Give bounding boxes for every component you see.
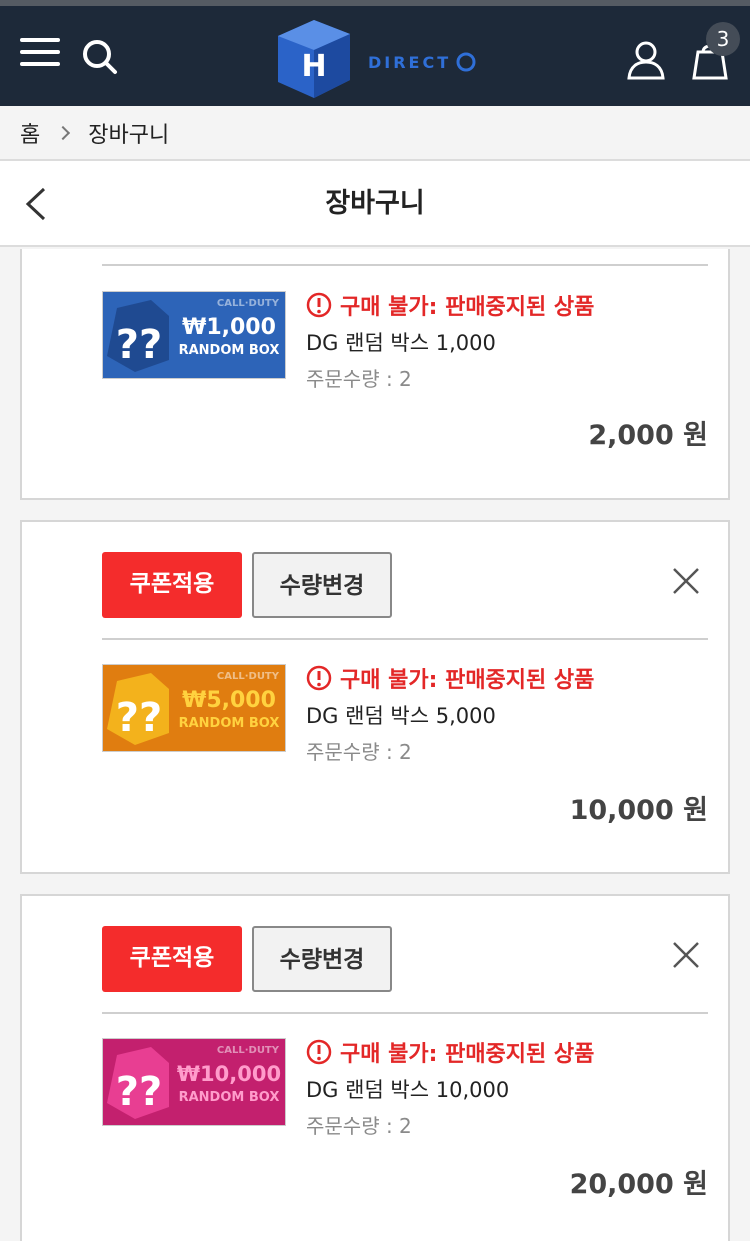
thumb-caption: RANDOM BOX (179, 1090, 280, 1105)
logo-text: DIRECT (368, 53, 451, 72)
unavailable-notice: 구매 불가: 판매중지된 상품 (306, 289, 594, 321)
back-arrow-icon[interactable] (22, 187, 56, 221)
unavailable-text: 구매 불가: 판매중지된 상품 (340, 1042, 595, 1067)
unavailable-text: 구매 불가: 판매중지된 상품 (340, 295, 595, 320)
alert-circle-icon (306, 1039, 332, 1065)
site-header: H DIRECT 3 (0, 6, 750, 106)
unavailable-notice: 구매 불가: 판매중지된 상품 (306, 1036, 594, 1068)
apply-coupon-button[interactable]: 쿠폰적용 (102, 926, 242, 992)
thumb-value: ₩10,000 (177, 1062, 281, 1086)
thumb-mark: ?? (116, 1069, 162, 1115)
product-name[interactable]: DG 랜덤 박스 10,000 (306, 1074, 594, 1104)
breadcrumb-home[interactable]: 홈 (20, 117, 40, 149)
user-account-icon[interactable] (626, 40, 666, 80)
order-quantity: 주문수량 : 2 (306, 367, 412, 391)
thumb-mark: ?? (116, 322, 162, 368)
item-price: 2,000 원 (588, 420, 708, 451)
product-info: 구매 불가: 판매중지된 상품 DG 랜덤 박스 10,000 주문수량 : 2 (306, 1036, 594, 1139)
title-bar: 장바구니 (0, 161, 750, 247)
cart-item-card: ?? CALL·DUTY ₩1,000 RANDOM BOX 구매 불가: 판매… (20, 249, 730, 500)
product-thumbnail[interactable]: ?? CALL·DUTY ₩1,000 RANDOM BOX (102, 291, 286, 379)
product-thumbnail[interactable]: ?? CALL·DUTY ₩10,000 RANDOM BOX (102, 1038, 286, 1126)
item-price: 20,000 원 (569, 1169, 708, 1200)
thumb-value: ₩1,000 (182, 315, 276, 340)
thumb-caption: RANDOM BOX (179, 716, 280, 731)
card-divider (102, 1012, 708, 1014)
change-quantity-button[interactable]: 수량변경 (252, 552, 392, 618)
unavailable-notice: 구매 불가: 판매중지된 상품 (306, 662, 594, 694)
breadcrumb: 홈 장바구니 (0, 106, 750, 161)
cart-count-badge: 3 (706, 22, 740, 56)
change-quantity-button[interactable]: 수량변경 (252, 926, 392, 992)
cart-item-card: 쿠폰적용 수량변경 ?? CALL·DUTY ₩5,000 RANDOM BOX (20, 520, 730, 874)
product-info: 구매 불가: 판매중지된 상품 DG 랜덤 박스 5,000 주문수량 : 2 (306, 662, 594, 765)
product-info: 구매 불가: 판매중지된 상품 DG 랜덤 박스 1,000 주문수량 : 2 (306, 289, 594, 392)
alert-circle-icon (306, 665, 332, 691)
close-icon[interactable] (672, 567, 700, 595)
product-name[interactable]: DG 랜덤 박스 5,000 (306, 700, 594, 730)
hamburger-menu-icon[interactable] (20, 38, 60, 68)
card-divider (102, 638, 708, 640)
item-price: 10,000 원 (569, 795, 708, 826)
close-icon[interactable] (672, 941, 700, 969)
thumb-value: ₩5,000 (182, 688, 276, 713)
product-name[interactable]: DG 랜덤 박스 1,000 (306, 327, 594, 357)
thumb-mark: ?? (116, 695, 162, 741)
apply-coupon-button[interactable]: 쿠폰적용 (102, 552, 242, 618)
thumb-caption: RANDOM BOX (179, 343, 280, 358)
random-box-image: ?? CALL·DUTY ₩5,000 RANDOM BOX (103, 665, 285, 751)
thumb-brand: CALL·DUTY (217, 1045, 280, 1056)
card-divider (102, 264, 708, 266)
alert-circle-icon (306, 292, 332, 318)
thumb-brand: CALL·DUTY (217, 298, 280, 309)
order-quantity: 주문수량 : 2 (306, 740, 412, 764)
cart-item-card: 쿠폰적용 수량변경 ?? CALL·DUTY ₩10,000 RANDOM BO… (20, 894, 730, 1241)
order-quantity: 주문수량 : 2 (306, 1114, 412, 1138)
svg-text:H: H (301, 49, 326, 84)
cart-item-list: ?? CALL·DUTY ₩1,000 RANDOM BOX 구매 불가: 판매… (0, 249, 750, 1241)
thumb-brand: CALL·DUTY (217, 671, 280, 682)
brand-logo[interactable]: H DIRECT (274, 16, 484, 102)
product-thumbnail[interactable]: ?? CALL·DUTY ₩5,000 RANDOM BOX (102, 664, 286, 752)
search-icon[interactable] (82, 39, 118, 75)
unavailable-text: 구매 불가: 판매중지된 상품 (340, 668, 595, 693)
random-box-image: ?? CALL·DUTY ₩1,000 RANDOM BOX (103, 292, 285, 378)
page-title: 장바구니 (325, 188, 425, 219)
chevron-right-icon (56, 125, 71, 140)
breadcrumb-current: 장바구니 (88, 122, 170, 148)
random-box-image: ?? CALL·DUTY ₩10,000 RANDOM BOX (103, 1039, 285, 1125)
